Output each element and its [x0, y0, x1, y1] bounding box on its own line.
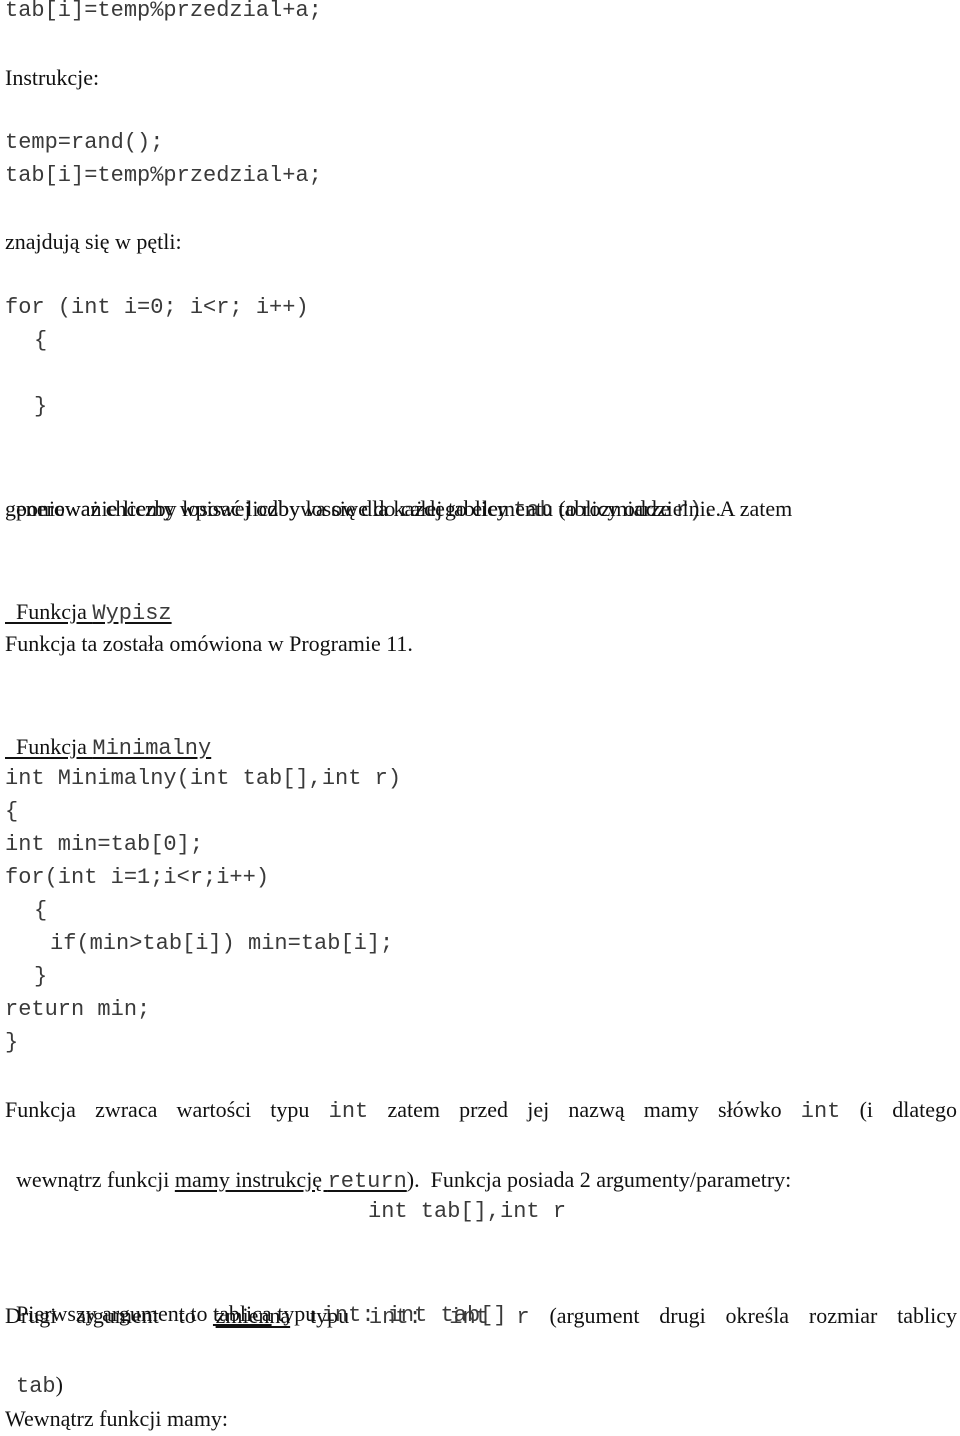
code-line: } [34, 964, 48, 989]
inline-code: int [328, 1099, 369, 1124]
code-line: int Minimalny(int tab[],int r) [5, 766, 402, 791]
inline-code: return [327, 1169, 407, 1194]
second-argument-line: Drugi argument to zmienna typu int: int … [5, 1299, 957, 1335]
code-line: } [5, 1030, 19, 1055]
code-line: if(min>tab[i]) min=tab[i]; [50, 931, 394, 956]
heading-label: Funkcja [16, 734, 93, 759]
section-heading-wypisz: Funkcja Wypisz [5, 561, 172, 631]
text: ). Funkcja posiada 2 argumenty/parametry… [406, 1167, 792, 1192]
text: ) [55, 1372, 63, 1397]
code-line: tab[i]=temp%przedzial+a; [5, 163, 322, 188]
text: mamy instrukcję [174, 1167, 328, 1192]
text: wewnątrz funkcji [16, 1167, 175, 1192]
code-line: for(int i=1;i<r;i++) [5, 865, 270, 890]
inside-function-heading: Wewnątrz funkcji mamy: [5, 1406, 229, 1431]
underlined-term: zmienna [215, 1303, 291, 1328]
section-heading-minimalny: Funkcja Minimalny [5, 696, 211, 766]
heading-function-name: Minimalny [92, 736, 212, 761]
return-paragraph-line-1: Funkcja zwraca wartości typu int zatem p… [5, 1093, 957, 1129]
code-close-brace: } [34, 394, 48, 419]
underlined-phrase: mamy instrukcję return [174, 1167, 407, 1194]
heading-function-name: Wypisz [92, 601, 172, 626]
parameters-code: int tab[],int r [368, 1199, 567, 1224]
second-argument-line-2: tab) [5, 1334, 63, 1404]
code-line: return min; [5, 997, 151, 1022]
text: typu [290, 1303, 369, 1328]
code-line: for (int i=0; i<r; i++) [5, 295, 309, 320]
code-line: { [5, 799, 19, 824]
text: zatem przed jej nazwą mamy słówko [368, 1097, 801, 1122]
inline-code: int [800, 1099, 841, 1124]
heading-label: Funkcja [16, 599, 93, 624]
code-line: int min=tab[0]; [5, 832, 204, 857]
code-line: tab[i]=temp%przedzial+a; [5, 0, 322, 23]
explanation-line-2: generowanie liczby losowej odbywa się dl… [5, 496, 721, 521]
return-paragraph-line-2: wewnątrz funkcji mamy instrukcję return)… [5, 1129, 791, 1199]
code-open-brace: { [34, 328, 48, 353]
text: (i dlatego [840, 1097, 957, 1122]
text: (argument drugi określa rozmiar tablicy [529, 1303, 957, 1328]
text: Funkcja zwraca wartości typu [5, 1097, 329, 1122]
code-line: temp=rand(); [5, 130, 164, 155]
wypisz-description: Funkcja ta została omówiona w Programie … [5, 631, 413, 656]
loop-intro-text: znajdują się w pętli: [5, 229, 182, 254]
inline-code: tab [16, 1374, 56, 1399]
text: A zatem [715, 496, 793, 521]
code-line: { [34, 898, 48, 923]
instructions-heading: Instrukcje: [5, 65, 100, 90]
text: Drugi argument to [5, 1303, 216, 1328]
inline-code: int: int r [368, 1305, 530, 1330]
